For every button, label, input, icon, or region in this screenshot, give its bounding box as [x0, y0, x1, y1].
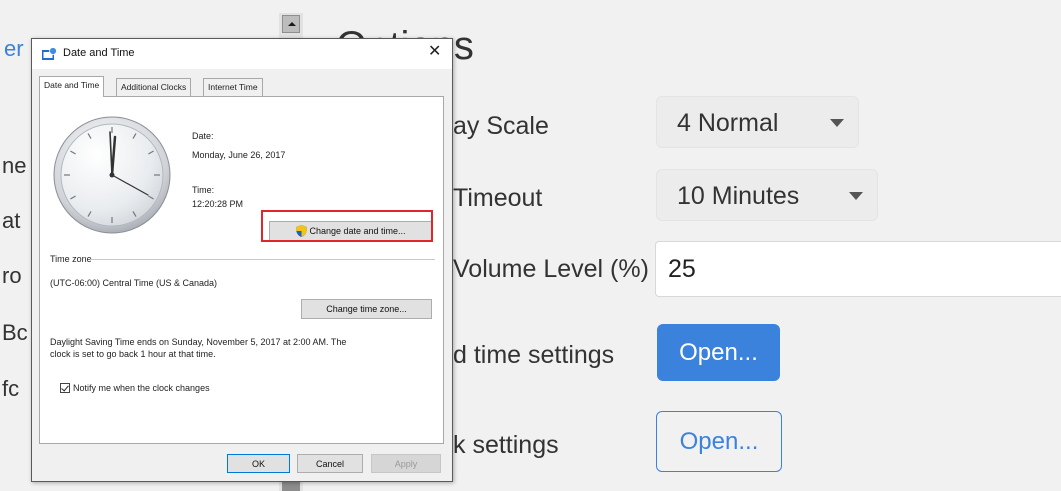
sidebar-item-3[interactable]: ro	[2, 263, 22, 289]
tab-internet-time[interactable]: Internet Time	[203, 78, 263, 96]
sidebar-item-4[interactable]: Bc	[2, 320, 28, 346]
sidebar-item-2[interactable]: at	[2, 208, 20, 234]
dst-info-line-2: clock is set to go back 1 hour at that t…	[50, 349, 216, 359]
display-scale-label: ay Scale	[453, 112, 549, 140]
display-scale-select[interactable]: 4 Normal	[656, 96, 859, 148]
change-date-time-label: Change date and time...	[309, 226, 406, 236]
dialog-title: Date and Time	[63, 47, 135, 59]
sidebar-item-5[interactable]: fc	[2, 376, 19, 402]
timeout-select[interactable]: 10 Minutes	[656, 169, 878, 221]
timeout-label: Timeout	[453, 184, 543, 212]
change-date-time-button[interactable]: Change date and time...	[269, 221, 433, 241]
time-settings-label: d time settings	[453, 341, 615, 369]
tab-panel: Date: Monday, June 26, 2017 Time: 12:20:…	[39, 96, 444, 444]
notify-label[interactable]: Notify me when the clock changes	[73, 383, 210, 393]
cancel-button[interactable]: Cancel	[297, 454, 363, 473]
tab-date-and-time[interactable]: Date and Time	[39, 76, 105, 97]
dialog-titlebar[interactable]: Date and Time ✕	[32, 39, 452, 69]
date-and-time-dialog: Date and Time ✕ Date and Time Additional…	[31, 38, 453, 482]
analog-clock-icon	[53, 116, 171, 234]
close-icon[interactable]: ✕	[428, 44, 441, 60]
clock-settings-label: k settings	[453, 431, 559, 459]
dst-info-line-1: Daylight Saving Time ends on Sunday, Nov…	[50, 337, 347, 347]
time-value: 12:20:28 PM	[192, 199, 244, 209]
timezone-heading: Time zone	[50, 254, 92, 264]
notify-checkbox[interactable]	[60, 383, 70, 393]
scroll-up-arrow-icon[interactable]	[282, 15, 300, 33]
date-time-app-icon	[42, 47, 57, 60]
volume-level-label: Volume Level (%)	[453, 255, 649, 283]
timezone-divider	[90, 259, 435, 260]
sidebar-item-1[interactable]: ne	[2, 153, 26, 179]
open-clock-settings-button[interactable]: Open...	[656, 411, 782, 472]
tab-additional-clocks[interactable]: Additional Clocks	[116, 78, 192, 96]
chevron-down-icon	[830, 119, 844, 127]
display-scale-value: 4 Normal	[677, 109, 779, 137]
change-time-zone-button[interactable]: Change time zone...	[301, 299, 432, 319]
timeout-value: 10 Minutes	[677, 182, 800, 210]
time-label: Time:	[192, 185, 215, 195]
uac-shield-icon	[296, 225, 308, 237]
chevron-down-icon	[849, 192, 863, 200]
open-time-settings-button[interactable]: Open...	[657, 324, 780, 381]
volume-level-input[interactable]	[655, 241, 1061, 297]
date-value: Monday, June 26, 2017	[192, 150, 286, 160]
apply-button[interactable]: Apply	[371, 454, 441, 473]
timezone-value: (UTC-06:00) Central Time (US & Canada)	[50, 278, 218, 288]
ok-button[interactable]: OK	[227, 454, 290, 473]
sidebar-link[interactable]: er	[4, 36, 24, 62]
date-label: Date:	[192, 131, 214, 141]
